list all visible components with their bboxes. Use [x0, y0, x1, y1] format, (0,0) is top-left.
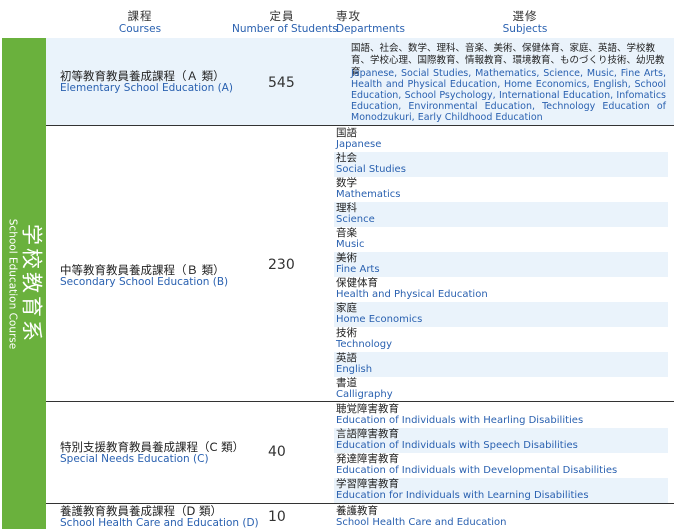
course-name-ja: 初等教育教員養成課程（Ａ 類） — [60, 69, 225, 83]
department-en: English — [336, 364, 373, 375]
course-row-b: 中等教育教員養成課程（Ｂ 類） Secondary School Educati… — [46, 127, 674, 402]
course-name-ja: 養護教育教員養成課程（D 類） — [60, 504, 223, 518]
department-en: Calligraphy — [336, 389, 393, 400]
department-en: School Health Care and Education — [336, 517, 507, 528]
header-students: 定員 Number of Students — [232, 9, 338, 36]
department-list-b: 国語 Japanese 社会 Social Studies 数学 Mathema… — [334, 127, 668, 402]
department-item: 言語障害教育 Education of Individuals with Spe… — [334, 428, 668, 453]
department-en: Health and Physical Education — [336, 289, 488, 300]
department-en: Music — [336, 239, 365, 250]
department-item: 発達障害教育 Education of Individuals with Dev… — [334, 453, 668, 478]
course-name-en: Secondary School Education (B) — [60, 276, 229, 288]
department-en: Japanese — [336, 139, 382, 150]
department-ja: 英語 — [336, 352, 357, 364]
department-en: Education of Individuals with Developmen… — [336, 465, 618, 476]
department-list-c: 聴覚障害教育 Education of Individuals with Hea… — [334, 403, 668, 503]
department-en: Home Economics — [336, 314, 423, 325]
header-departments-ja: 専攻 — [336, 9, 361, 23]
header-students-en: Number of Students — [232, 23, 338, 35]
department-ja: 美術 — [336, 252, 357, 264]
department-item: 聴覚障害教育 Education of Individuals with Hea… — [334, 403, 668, 428]
department-item: 社会 Social Studies — [334, 152, 668, 177]
header-departments: 専攻 Departments — [336, 10, 416, 36]
department-en: Science — [336, 214, 375, 225]
course-name-a: 初等教育教員養成課程（Ａ 類） Elementary School Educat… — [60, 70, 233, 94]
header-departments-en: Departments — [336, 23, 406, 35]
department-ja: 音楽 — [336, 227, 357, 239]
department-ja: 数学 — [336, 177, 357, 189]
department-ja: 言語障害教育 — [336, 428, 399, 440]
department-ja: 聴覚障害教育 — [336, 403, 399, 415]
course-name-ja: 中等教育教員養成課程（Ｂ 類） — [60, 263, 225, 277]
side-label-en: School Education Course — [6, 218, 19, 350]
course-name-en: School Health Care and Education (D) — [60, 517, 259, 529]
department-item: 国語 Japanese — [334, 127, 668, 152]
course-name-c: 特別支援教育教員養成課程（C 類） Special Needs Educatio… — [60, 441, 244, 465]
student-count-b: 230 — [268, 257, 295, 273]
course-name-en: Elementary School Education (A) — [60, 82, 233, 94]
course-name-ja: 特別支援教育教員養成課程（C 類） — [60, 440, 245, 454]
department-en: Education of Individuals with Speech Dis… — [336, 440, 578, 451]
student-count-d: 10 — [268, 509, 286, 525]
department-en: Education of Individuals with Hearling D… — [336, 415, 584, 426]
department-ja: 家庭 — [336, 302, 357, 314]
header-subjects-en: Subjects — [502, 23, 548, 35]
course-name-b: 中等教育教員養成課程（Ｂ 類） Secondary School Educati… — [60, 264, 228, 288]
header-courses-ja: 課程 — [127, 9, 153, 23]
department-ja: 発達障害教育 — [336, 453, 399, 465]
department-list-d: 養護教育 School Health Care and Education — [334, 505, 668, 530]
department-en: Fine Arts — [336, 264, 380, 275]
department-item: 美術 Fine Arts — [334, 252, 668, 277]
department-item: 技術 Technology — [334, 327, 668, 352]
header-courses-en: Courses — [118, 23, 162, 35]
department-en: Education for Individuals with Learning … — [336, 490, 589, 501]
department-ja: 書道 — [336, 377, 357, 389]
department-item: 学習障害教育 Education for Individuals with Le… — [334, 478, 668, 503]
department-item: 音楽 Music — [334, 227, 668, 252]
course-name-d: 養護教育教員養成課程（D 類） School Health Care and E… — [60, 505, 259, 529]
department-en: Social Studies — [336, 164, 406, 175]
department-item: 家庭 Home Economics — [334, 302, 668, 327]
course-name-en: Special Needs Education (C) — [60, 453, 209, 465]
header-subjects-ja: 選修 — [512, 9, 538, 23]
side-course-text: 学校教育系 School Education Course — [6, 218, 44, 350]
department-ja: 理科 — [336, 202, 357, 214]
course-row-a: 初等教育教員養成課程（Ａ 類） Elementary School Educat… — [46, 38, 674, 126]
department-en: Mathematics — [336, 189, 401, 200]
header-courses: 課程 Courses — [80, 10, 200, 36]
department-ja: 学習障害教育 — [336, 478, 399, 490]
header-subjects: 選修 Subjects — [470, 10, 580, 36]
side-course-label: 学校教育系 School Education Course — [2, 38, 46, 529]
department-item: 養護教育 School Health Care and Education — [334, 505, 668, 530]
student-count-a: 545 — [268, 75, 295, 91]
course-row-c: 特別支援教育教員養成課程（C 類） Special Needs Educatio… — [46, 403, 674, 504]
header-students-ja: 定員 — [269, 9, 295, 23]
department-item: 理科 Science — [334, 202, 668, 227]
department-ja: 社会 — [336, 152, 357, 164]
department-ja: 保健体育 — [336, 277, 378, 289]
department-ja: 国語 — [336, 127, 357, 139]
department-ja: 技術 — [336, 327, 357, 339]
department-item: 数学 Mathematics — [334, 177, 668, 202]
department-en: Technology — [336, 339, 393, 350]
student-count-c: 40 — [268, 444, 286, 460]
subjects-list-en: Japanese, Social Studies, Mathematics, S… — [351, 68, 666, 123]
department-item: 英語 English — [334, 352, 668, 377]
side-label-ja: 学校教育系 — [19, 224, 44, 344]
department-ja: 養護教育 — [336, 505, 378, 517]
department-item: 保健体育 Health and Physical Education — [334, 277, 668, 302]
department-item: 書道 Calligraphy — [334, 377, 668, 402]
course-row-d: 養護教育教員養成課程（D 類） School Health Care and E… — [46, 505, 674, 530]
